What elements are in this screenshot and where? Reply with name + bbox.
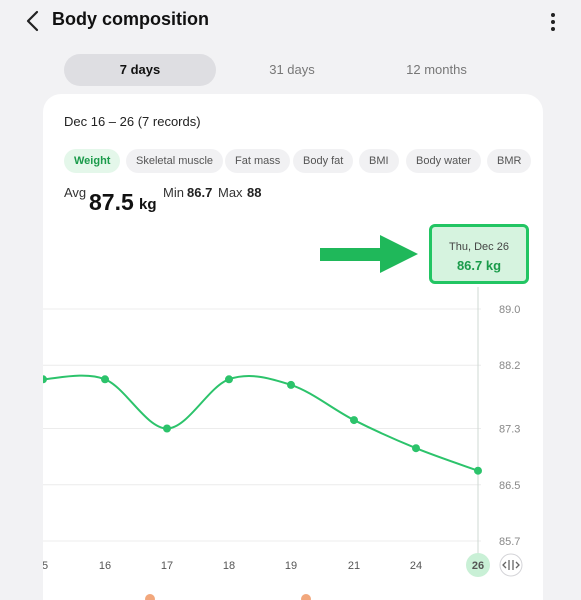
tooltip-date: Thu, Dec 26: [449, 241, 509, 253]
data-point: [287, 380, 295, 389]
weight-series-line: [43, 374, 479, 472]
y-tick-label: 86.5: [499, 480, 520, 492]
x-tick-label: 19: [285, 560, 297, 572]
y-tick-label: 88.2: [499, 360, 520, 372]
selected-point-tooltip: Thu, Dec 26 86.7 kg: [429, 224, 529, 284]
weight-line-chart[interactable]: 89.0 88.2 87.3 86.5 85.7 5 16 17 18 19 21 24 26: [43, 94, 543, 600]
tab-7-days[interactable]: 7 days: [64, 54, 216, 86]
data-point: [163, 424, 171, 433]
data-point: [412, 444, 420, 453]
x-tick-label: 21: [348, 560, 360, 572]
event-marker: [145, 594, 155, 600]
tab-12-months[interactable]: 12 months: [369, 54, 504, 86]
x-tick-label: 17: [161, 560, 173, 572]
more-vertical-icon[interactable]: [543, 11, 563, 33]
data-point: [474, 466, 482, 475]
page-title: Body composition: [52, 9, 209, 29]
period-selector: 7 days 31 days 12 months: [64, 54, 504, 86]
data-point: [101, 375, 109, 384]
y-tick-label: 87.3: [499, 424, 520, 436]
scrubber-icon[interactable]: [499, 553, 523, 577]
y-tick-label: 85.7: [499, 536, 520, 548]
tab-31-days[interactable]: 31 days: [221, 54, 363, 86]
body-composition-card: Dec 16 – 26 (7 records) Weight Skeletal …: [43, 94, 543, 600]
x-tick-label: 26: [472, 560, 484, 572]
tooltip-value: 86.7 kg: [456, 258, 502, 273]
data-point: [350, 416, 358, 425]
data-point: [225, 375, 233, 384]
event-marker: [301, 594, 311, 600]
y-tick-label: 89.0: [499, 304, 520, 316]
app-header: Body composition: [0, 0, 581, 44]
x-tick-label: 24: [410, 560, 422, 572]
right-arrow-icon: [320, 235, 418, 273]
x-tick-label: 18: [223, 560, 235, 572]
chevron-left-icon[interactable]: [22, 8, 44, 34]
x-tick-label: 5: [43, 560, 48, 572]
data-point: [43, 375, 47, 384]
x-tick-label: 16: [99, 560, 111, 572]
